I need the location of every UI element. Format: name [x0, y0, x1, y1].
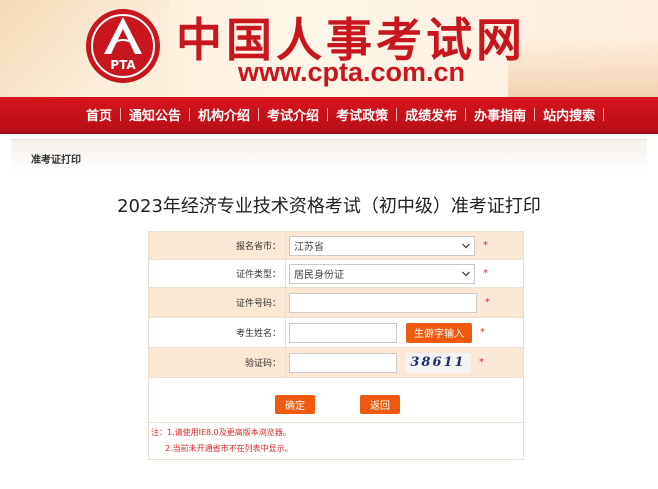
province-cell: 江苏省 * — [285, 231, 524, 260]
chevron-down-icon — [462, 271, 470, 276]
breadcrumb-bar: 准考证打印 — [11, 139, 647, 172]
id-number-label: 证件号码： — [148, 287, 286, 318]
site-url[interactable]: www.cpta.com.cn — [238, 57, 465, 88]
province-label: 报名省市： — [148, 231, 286, 260]
required-mark: * — [483, 240, 488, 251]
main-nav: 首页 通知公告 机构介绍 考试介绍 考试政策 成绩发布 办事指南 站内搜索 — [0, 97, 658, 134]
nav-item-scores[interactable]: 成绩发布 — [397, 105, 465, 124]
captcha-label: 验证码： — [148, 347, 286, 378]
breadcrumb: 准考证打印 — [31, 155, 81, 166]
nav-item-policy[interactable]: 考试政策 — [328, 105, 396, 124]
nav-item-home[interactable]: 首页 — [78, 105, 120, 124]
province-select[interactable]: 江苏省 — [289, 235, 475, 256]
required-mark: * — [483, 268, 488, 279]
captcha-image[interactable]: 38611 — [405, 352, 471, 373]
id-type-value: 居民身份证 — [294, 270, 344, 281]
notes-cell: 注：1.请使用IE8.0及更高版本浏览器。 2.当前未开通省市不在列表中显示。 — [148, 422, 524, 460]
admit-card-form: 报名省市： 江苏省 * 证件类型： 居民身份证 * 证件号码： * 考生姓名： … — [148, 231, 524, 460]
id-type-label: 证件类型： — [148, 259, 286, 288]
nav-item-guide[interactable]: 办事指南 — [466, 105, 534, 124]
city-skyline-graphic — [508, 37, 658, 97]
id-number-cell: * — [285, 287, 524, 318]
site-banner: PTA 中国人事考试网 www.cpta.com.cn — [0, 0, 658, 97]
note-1: 注：1.请使用IE8.0及更高版本浏览器。 — [151, 428, 291, 437]
nav-item-search[interactable]: 站内搜索 — [535, 105, 603, 124]
page-title: 2023年经济专业技术资格考试（初中级）准考证打印 — [117, 196, 541, 217]
confirm-button[interactable]: 确定 — [275, 395, 315, 414]
captcha-input[interactable] — [289, 352, 397, 373]
chevron-down-icon — [462, 243, 470, 248]
name-label: 考生姓名： — [148, 317, 286, 348]
nav-divider — [603, 108, 605, 121]
back-button[interactable]: 返回 — [360, 395, 400, 414]
name-cell: 生僻字输入 * — [285, 317, 524, 348]
nav-item-notices[interactable]: 通知公告 — [121, 105, 189, 124]
required-mark: * — [479, 357, 484, 368]
id-number-input[interactable] — [289, 292, 477, 313]
id-type-cell: 居民身份证 * — [285, 259, 524, 288]
action-cell: 确定 返回 — [148, 377, 524, 423]
province-value: 江苏省 — [294, 242, 324, 253]
nav-item-about[interactable]: 机构介绍 — [190, 105, 258, 124]
name-input[interactable] — [289, 322, 397, 343]
id-type-select[interactable]: 居民身份证 — [289, 263, 475, 284]
pta-logo-icon[interactable]: PTA — [84, 7, 162, 85]
required-mark: * — [485, 297, 490, 308]
captcha-cell: 38611 * — [285, 347, 524, 378]
note-2: 2.当前未开通省市不在列表中显示。 — [165, 444, 293, 453]
rare-char-button[interactable]: 生僻字输入 — [406, 322, 472, 343]
nav-item-exams[interactable]: 考试介绍 — [259, 105, 327, 124]
required-mark: * — [480, 327, 485, 338]
logo-text: PTA — [110, 58, 136, 72]
